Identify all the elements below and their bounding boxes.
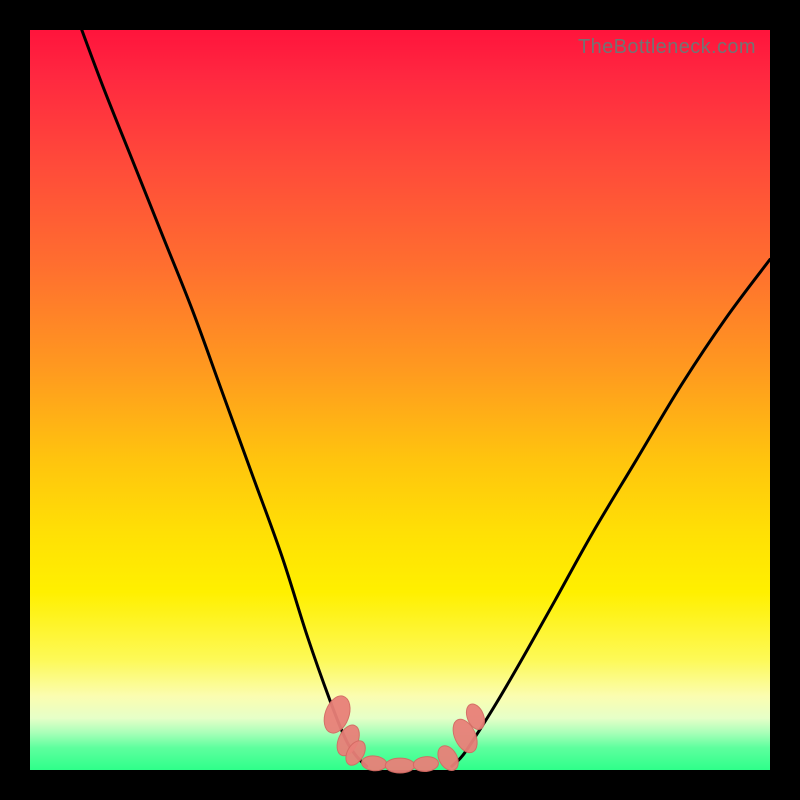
plot-area: TheBottleneck.com [30, 30, 770, 770]
data-marker [413, 756, 439, 773]
chart-frame: TheBottleneck.com [0, 0, 800, 800]
marker-group [319, 692, 488, 774]
curve-layer [30, 30, 770, 770]
left-curve [82, 30, 367, 766]
data-marker [361, 755, 387, 772]
data-marker [385, 758, 415, 773]
data-marker [434, 742, 463, 774]
right-curve [452, 259, 770, 766]
